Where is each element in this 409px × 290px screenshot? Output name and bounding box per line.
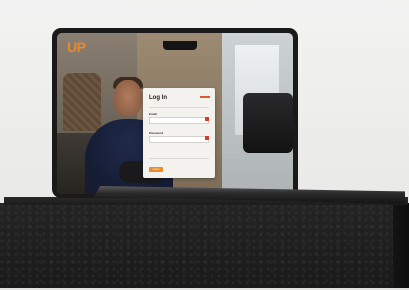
email-field[interactable] — [149, 117, 209, 124]
camera-notch — [163, 41, 197, 50]
divider — [149, 158, 209, 159]
brand-logo: UP — [67, 39, 86, 55]
divider — [149, 107, 209, 108]
pedestal-side — [393, 203, 409, 288]
password-label: Password — [149, 131, 164, 135]
black-seat — [243, 93, 293, 153]
login-button[interactable]: Log in — [149, 167, 163, 172]
pedestal — [0, 203, 393, 288]
email-required-icon — [205, 117, 209, 121]
login-title: Log In — [149, 95, 167, 101]
password-field[interactable] — [149, 136, 209, 143]
laptop-screen: UP Log In Email Password Log in — [57, 33, 293, 194]
quilted-seat — [63, 73, 101, 131]
password-required-icon — [205, 136, 209, 140]
close-icon[interactable] — [200, 96, 210, 98]
login-dialog: Log In Email Password Log in — [143, 88, 215, 178]
person-head — [114, 80, 142, 116]
email-label: Email — [149, 112, 158, 116]
